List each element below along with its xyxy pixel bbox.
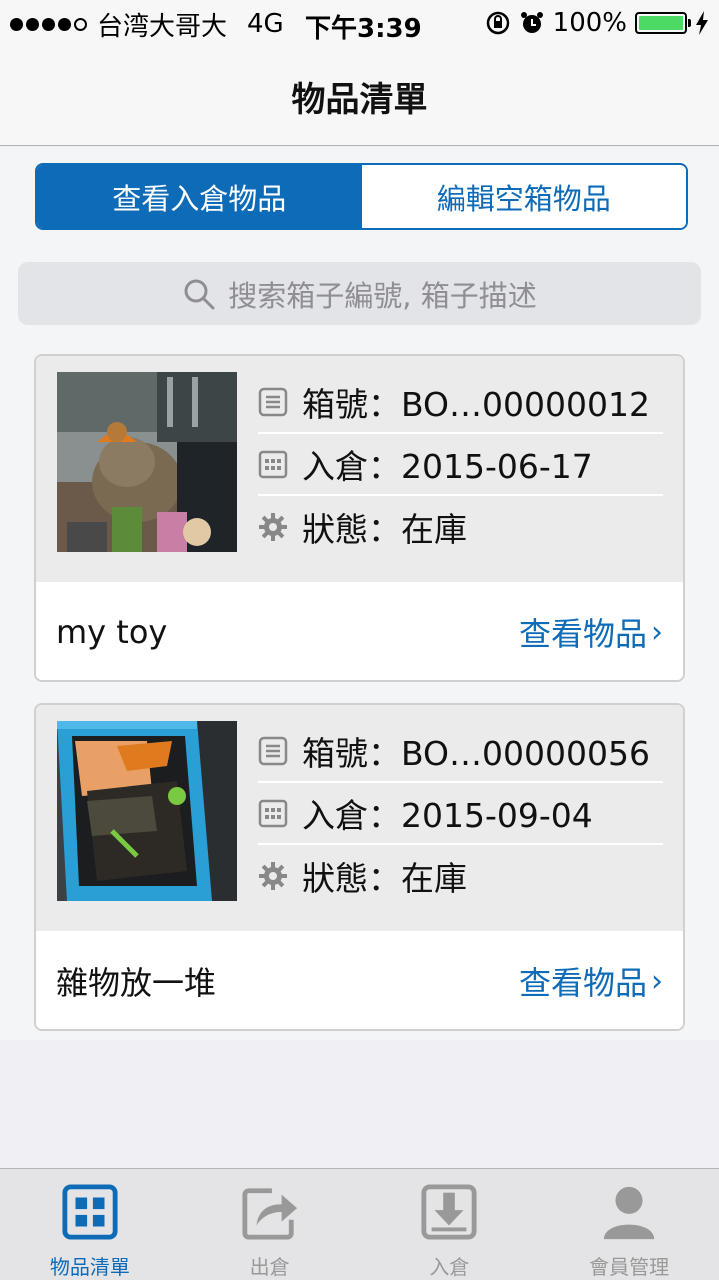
stored-date-row: 入倉：2015-09-04: [258, 783, 663, 845]
box-number: 箱號：BO…00000056: [302, 734, 650, 773]
box-status: 狀態：在庫: [302, 510, 467, 549]
calendar-icon: [258, 799, 288, 828]
box-photo[interactable]: [57, 372, 237, 552]
tab-label: 物品清單: [49, 1255, 130, 1279]
status-bar: 台湾大哥大 4G 下午3:39 100%: [0, 0, 719, 48]
battery-icon: [635, 12, 691, 34]
box-description: my toy: [56, 613, 168, 651]
segment-area: 查看入倉物品 編輯空箱物品: [0, 147, 719, 247]
alarm-icon: [520, 12, 543, 33]
box-number-row: 箱號：BO…00000056: [258, 721, 663, 783]
box-status: 狀態：在庫: [302, 859, 467, 898]
stored-date-row: 入倉：2015-06-17: [258, 434, 663, 496]
status-right-group: 100%: [485, 8, 709, 38]
search-input[interactable]: 搜索箱子編號, 箱子描述: [18, 262, 701, 325]
carrier-name: 台湾大哥大: [97, 11, 228, 42]
carrier-group: 台湾大哥大 4G: [10, 6, 284, 43]
view-items-label: 查看物品: [518, 615, 647, 653]
stored-date: 入倉：2015-06-17: [302, 447, 593, 486]
signal-strength-icon: [10, 17, 87, 31]
box-list: 箱號：BO…00000012 入倉：2015-06-17 狀態：在庫 my to…: [0, 337, 719, 1040]
share-out-icon: [242, 1188, 297, 1240]
search-area: 搜索箱子編號, 箱子描述: [0, 247, 719, 337]
tab-checkin[interactable]: 入倉: [360, 1169, 540, 1280]
charging-bolt-icon: [696, 11, 708, 35]
segment-view-stored-items[interactable]: 查看入倉物品: [37, 165, 362, 228]
calendar-icon: [258, 450, 288, 479]
box-card-footer: 雜物放一堆 查看物品 ›: [36, 931, 683, 1029]
box-details: 箱號：BO…00000012 入倉：2015-06-17 狀態：在庫: [258, 372, 663, 558]
chevron-right-icon: ›: [651, 963, 663, 999]
view-items-link[interactable]: 查看物品 ›: [519, 958, 663, 1004]
box-description: 雜物放一堆: [56, 964, 217, 1002]
list-doc-icon: [258, 736, 288, 766]
box-card-info: 箱號：BO…00000056 入倉：2015-09-04 狀態：在庫: [36, 705, 683, 931]
status-row: 狀態：在庫: [258, 496, 663, 558]
tab-label: 入倉: [429, 1255, 470, 1279]
download-in-icon: [421, 1184, 477, 1240]
chevron-right-icon: ›: [651, 614, 663, 650]
tab-checkout[interactable]: 出倉: [180, 1169, 360, 1280]
box-details: 箱號：BO…00000056 入倉：2015-09-04 狀態：在庫: [258, 721, 663, 907]
tab-label: 出倉: [249, 1255, 290, 1279]
person-icon: [603, 1186, 655, 1240]
tab-label: 會員管理: [589, 1255, 670, 1279]
view-items-label: 查看物品: [518, 964, 647, 1002]
orientation-lock-icon: [486, 11, 509, 35]
battery-percent: 100%: [552, 8, 627, 38]
box-card[interactable]: 箱號：BO…00000056 入倉：2015-09-04 狀態：在庫 雜物放一堆…: [34, 703, 685, 1031]
list-doc-icon: [258, 387, 288, 417]
status-row: 狀態：在庫: [258, 845, 663, 907]
view-items-link[interactable]: 查看物品 ›: [519, 609, 663, 655]
page-title: 物品清單: [291, 80, 428, 120]
gear-icon: [259, 513, 287, 541]
stored-date: 入倉：2015-09-04: [302, 796, 593, 835]
box-card-footer: my toy 查看物品 ›: [36, 582, 683, 680]
box-card-info: 箱號：BO…00000012 入倉：2015-06-17 狀態：在庫: [36, 356, 683, 582]
box-photo[interactable]: [57, 721, 237, 901]
box-number-row: 箱號：BO…00000012: [258, 372, 663, 434]
segmented-control: 查看入倉物品 編輯空箱物品: [35, 163, 688, 230]
status-time: 下午3:39: [305, 14, 422, 44]
nav-bar: 物品清單: [0, 48, 719, 146]
network-type: 4G: [247, 9, 284, 39]
box-number: 箱號：BO…00000012: [302, 385, 650, 424]
search-icon: [184, 279, 215, 309]
search-placeholder: 搜索箱子編號, 箱子描述: [228, 278, 537, 313]
segment-edit-empty-box-items[interactable]: 編輯空箱物品: [361, 165, 686, 228]
tab-member[interactable]: 會員管理: [539, 1169, 719, 1280]
gear-icon: [259, 862, 287, 890]
tab-bar: 物品清單 出倉 入倉 會員管理: [0, 1168, 719, 1280]
tab-item-list[interactable]: 物品清單: [0, 1169, 180, 1280]
box-card[interactable]: 箱號：BO…00000012 入倉：2015-06-17 狀態：在庫 my to…: [34, 354, 685, 682]
grid-icon: [62, 1184, 118, 1240]
